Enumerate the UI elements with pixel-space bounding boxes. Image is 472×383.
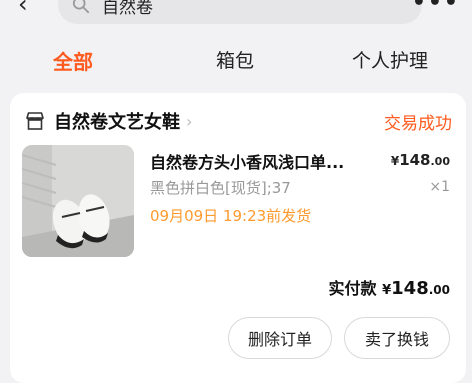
tab-bags[interactable]: 箱包 bbox=[216, 46, 254, 73]
order-card[interactable]: 自然卷文艺女鞋 › 交易成功 自然卷方头小香风浅口单... ¥148.00 黑色… bbox=[10, 93, 466, 383]
product-quantity: ×1 bbox=[429, 179, 450, 195]
paid-label: 实付款 bbox=[328, 279, 377, 298]
shop-row[interactable]: 自然卷文艺女鞋 › 交易成功 bbox=[24, 107, 452, 135]
order-status: 交易成功 bbox=[384, 114, 452, 134]
product-sku: 黑色拼白色[现货];37 bbox=[150, 179, 291, 197]
price-currency: ¥ bbox=[390, 154, 400, 168]
paid-currency: ¥ bbox=[382, 283, 392, 298]
tab-personal-care[interactable]: 个人护理 bbox=[352, 46, 428, 73]
chevron-right-icon: › bbox=[186, 111, 193, 131]
delete-order-button[interactable]: 删除订单 bbox=[228, 317, 332, 359]
price-decimal: .00 bbox=[430, 155, 451, 168]
shipping-note: 09月09日 19:23前发货 bbox=[150, 207, 312, 225]
price-integer: 148 bbox=[399, 151, 431, 169]
store-icon bbox=[26, 112, 44, 130]
search-icon bbox=[72, 0, 90, 14]
search-query: 自然卷 bbox=[102, 0, 153, 18]
shoes-image bbox=[22, 145, 134, 257]
top-bar: ‹ 自然卷 ••• bbox=[0, 0, 472, 30]
amount-paid: 实付款 ¥148.00 bbox=[329, 275, 450, 299]
search-input[interactable]: 自然卷 bbox=[58, 0, 422, 24]
category-tabs: 全部 箱包 个人护理 bbox=[0, 40, 472, 80]
product-price: ¥148.00 bbox=[391, 151, 450, 169]
product-title[interactable]: 自然卷方头小香风浅口单... bbox=[150, 149, 344, 173]
more-icon[interactable]: ••• bbox=[412, 0, 460, 15]
tab-all[interactable]: 全部 bbox=[53, 46, 93, 75]
product-image[interactable] bbox=[22, 145, 134, 257]
shop-name: 自然卷文艺女鞋 bbox=[54, 112, 180, 133]
resell-button[interactable]: 卖了换钱 bbox=[344, 317, 450, 359]
paid-integer: 148 bbox=[391, 278, 429, 299]
paid-decimal: .00 bbox=[428, 283, 450, 297]
back-icon[interactable]: ‹ bbox=[18, 0, 28, 16]
